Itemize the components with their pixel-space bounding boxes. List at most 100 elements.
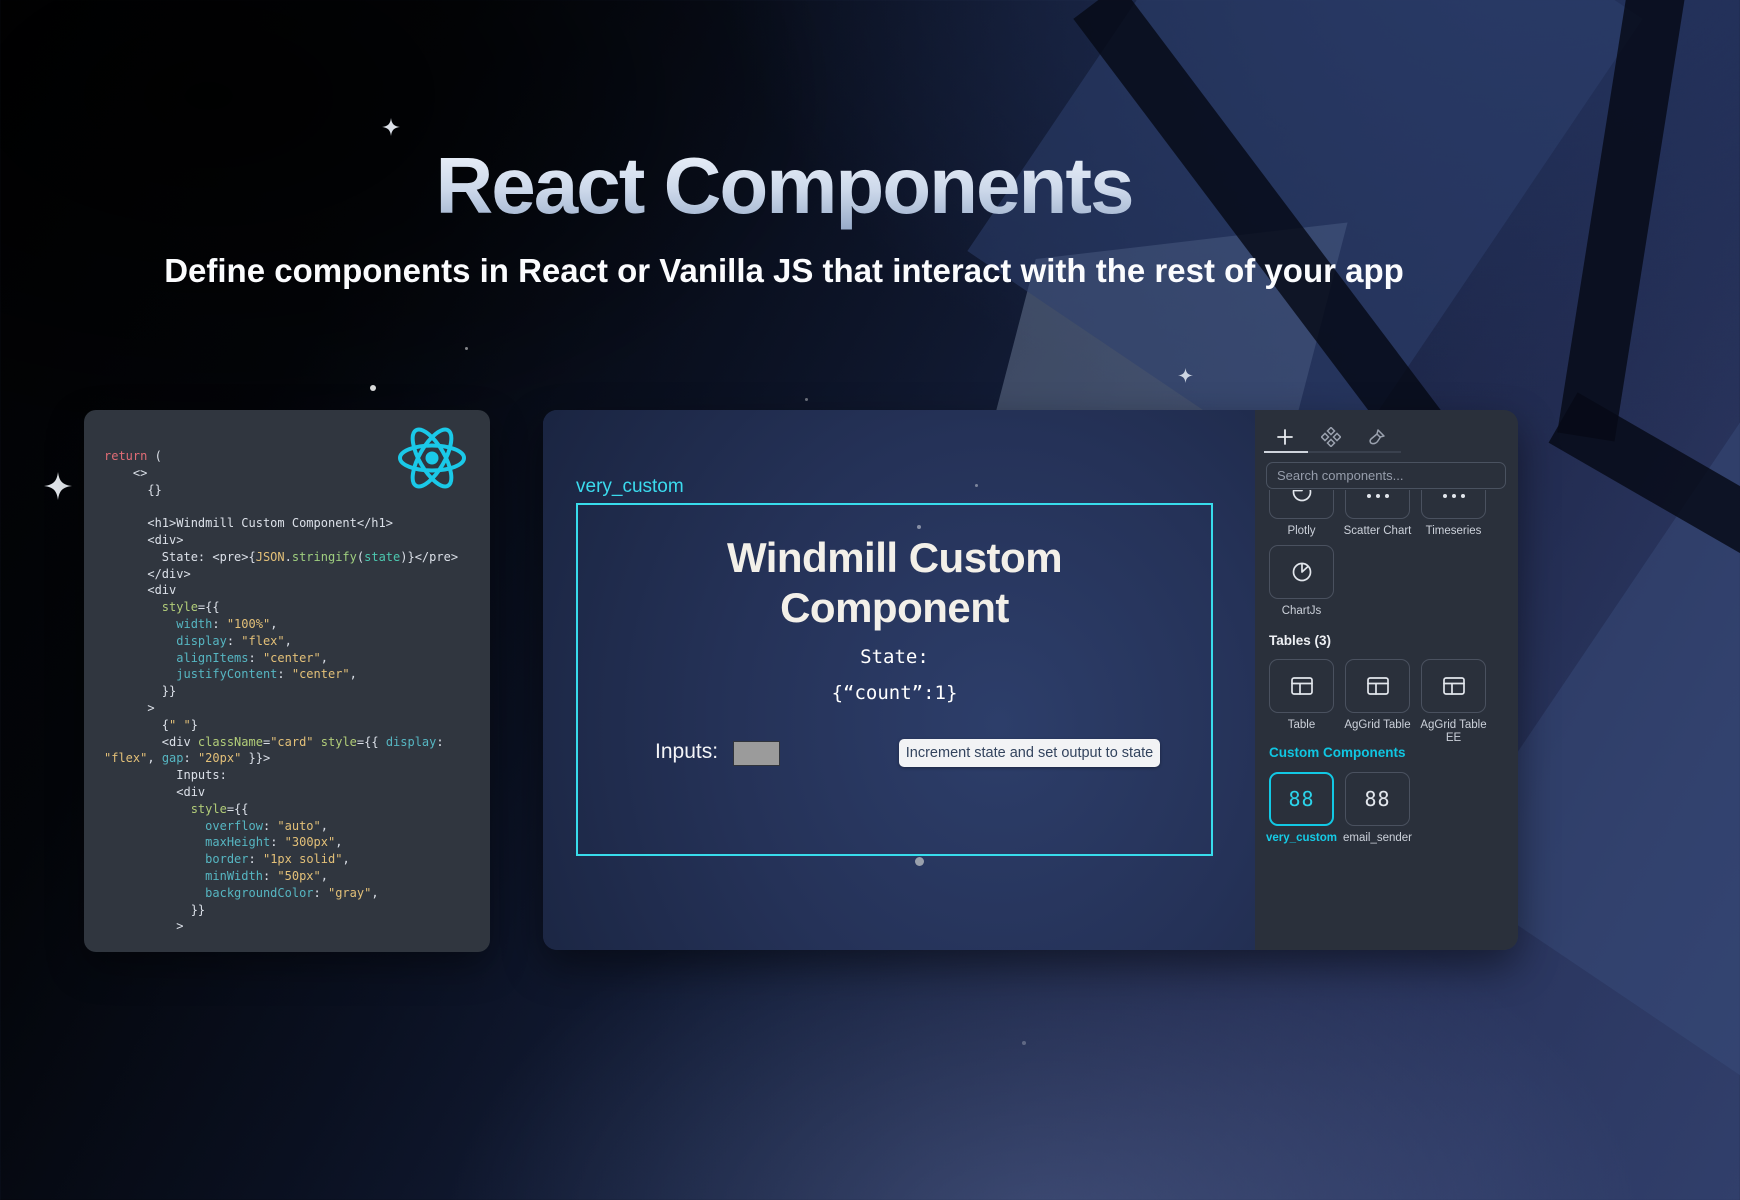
app-editor-window: very_custom Windmill Custom Component St… bbox=[543, 410, 1518, 950]
component-card-box bbox=[1269, 545, 1334, 599]
code-line: alignItems: "center", bbox=[104, 650, 490, 667]
code-line: backgroundColor: "gray", bbox=[104, 885, 490, 902]
bg-dark-band-branch bbox=[1549, 392, 1740, 577]
component-row: 88very_custom88email_sender bbox=[1269, 772, 1410, 845]
code-line: minWidth: "50px", bbox=[104, 868, 490, 885]
component-card-plotly[interactable]: Plotly bbox=[1269, 490, 1334, 538]
table-icon bbox=[1441, 674, 1467, 698]
component-card-label: AgGrid Table EE bbox=[1415, 719, 1493, 745]
sparkle-star-icon bbox=[1178, 368, 1193, 383]
bg-speck bbox=[805, 398, 808, 401]
component-card-label: Timeseries bbox=[1415, 525, 1493, 538]
components-tab components-icon[interactable] bbox=[1321, 427, 1341, 447]
code-content: return ( <> {} <h1>Windmill Custom Compo… bbox=[104, 448, 490, 935]
pie-chart-icon bbox=[1290, 560, 1314, 584]
sparkle-star-icon bbox=[382, 118, 400, 136]
component-card-timeseries[interactable]: Timeseries bbox=[1421, 490, 1486, 538]
code-line: Inputs: bbox=[104, 767, 490, 784]
code-line: <div> bbox=[104, 532, 490, 549]
style-tab brush-icon[interactable] bbox=[1367, 427, 1387, 447]
bg-speck bbox=[370, 385, 376, 391]
code-line: {" "} bbox=[104, 717, 490, 734]
table-icon bbox=[1289, 674, 1315, 698]
component-library-sidebar: PlotlyScatter ChartTimeseries ChartJs Ta… bbox=[1255, 410, 1518, 950]
component-card-scatter-chart[interactable]: Scatter Chart bbox=[1345, 490, 1410, 538]
component-card-box bbox=[1345, 659, 1410, 713]
add-component-tab plus-icon[interactable] bbox=[1275, 427, 1295, 447]
code-line: display: "flex", bbox=[104, 633, 490, 650]
code-line: State: <pre>{JSON.stringify(state)}</pre… bbox=[104, 549, 490, 566]
bg-speck bbox=[975, 484, 978, 487]
component-card-box bbox=[1269, 490, 1334, 519]
component-card-very-custom[interactable]: 88very_custom bbox=[1269, 772, 1334, 845]
bg-speck bbox=[917, 525, 921, 529]
scatter-dots-icon bbox=[1365, 490, 1391, 500]
code-line: }} bbox=[104, 683, 490, 700]
code-line: overflow: "auto", bbox=[104, 818, 490, 835]
code-line: justifyContent: "center", bbox=[104, 666, 490, 683]
resize-handle-dot[interactable] bbox=[915, 857, 924, 866]
component-card-label: Plotly bbox=[1263, 525, 1341, 538]
component-card-email-sender[interactable]: 88email_sender bbox=[1345, 772, 1410, 845]
code-line bbox=[104, 498, 490, 515]
code-line: </div> bbox=[104, 566, 490, 583]
custom-component-icon: 88 bbox=[1364, 787, 1390, 811]
component-list-scroll[interactable]: PlotlyScatter ChartTimeseries ChartJs Ta… bbox=[1255, 490, 1518, 950]
search-input[interactable] bbox=[1266, 462, 1506, 489]
component-card-box bbox=[1421, 659, 1486, 713]
component-row: ChartJs bbox=[1269, 545, 1334, 618]
code-line: width: "100%", bbox=[104, 616, 490, 633]
code-line: style={{ bbox=[104, 599, 490, 616]
component-card-label: very_custom bbox=[1263, 832, 1341, 845]
component-card-label: ChartJs bbox=[1263, 605, 1341, 618]
code-line: <div bbox=[104, 582, 490, 599]
inputs-label: Inputs: bbox=[655, 740, 718, 764]
increment-state-button[interactable]: Increment state and set output to state bbox=[899, 739, 1160, 767]
component-card-label: Scatter Chart bbox=[1339, 525, 1417, 538]
component-card-box: 88 bbox=[1345, 772, 1410, 826]
component-card-table[interactable]: Table bbox=[1269, 659, 1334, 745]
component-row: TableAgGrid TableAgGrid Table EE bbox=[1269, 659, 1486, 745]
component-title: Windmill Custom Component bbox=[655, 533, 1135, 633]
code-line: style={{ bbox=[104, 801, 490, 818]
code-line: > bbox=[104, 700, 490, 717]
bg-dark-band-vertical bbox=[1557, 0, 1693, 441]
page-title: React Components bbox=[0, 140, 1568, 232]
component-card-chartjs[interactable]: ChartJs bbox=[1269, 545, 1334, 618]
code-line: > bbox=[104, 918, 490, 935]
component-card-box bbox=[1269, 659, 1334, 713]
scatter-dots-icon bbox=[1441, 490, 1467, 500]
component-row: PlotlyScatter ChartTimeseries bbox=[1269, 490, 1486, 538]
bg-speck bbox=[465, 347, 468, 350]
component-card-box bbox=[1345, 490, 1410, 519]
component-card-aggrid-table-ee[interactable]: AgGrid Table EE bbox=[1421, 659, 1486, 745]
component-card-aggrid-table[interactable]: AgGrid Table bbox=[1345, 659, 1410, 745]
custom-component-icon: 88 bbox=[1288, 787, 1314, 811]
section-header-custom-components: Custom Components bbox=[1269, 745, 1406, 760]
code-line: <h1>Windmill Custom Component</h1> bbox=[104, 515, 490, 532]
component-state-label: State: bbox=[578, 646, 1211, 669]
component-id-label: very_custom bbox=[576, 476, 684, 498]
code-line: "flex", gap: "20px" }}> bbox=[104, 750, 490, 767]
donut-chart-icon bbox=[1290, 490, 1314, 504]
component-card-label: AgGrid Table bbox=[1339, 719, 1417, 732]
code-line: <div bbox=[104, 784, 490, 801]
sparkle-star-icon bbox=[44, 472, 72, 500]
bg-speck bbox=[1022, 1041, 1026, 1045]
code-line: <div className="card" style={{ display: bbox=[104, 734, 490, 751]
selected-component-frame[interactable]: Windmill Custom Component State: {“count… bbox=[576, 503, 1213, 856]
component-card-box: 88 bbox=[1269, 772, 1334, 826]
bg-dark-band-diagonal bbox=[1073, 0, 1456, 466]
code-editor-panel: return ( <> {} <h1>Windmill Custom Compo… bbox=[84, 410, 490, 952]
component-state-value: {“count”:1} bbox=[578, 682, 1211, 705]
page-subtitle: Define components in React or Vanilla JS… bbox=[0, 252, 1568, 290]
table-icon bbox=[1365, 674, 1391, 698]
active-tab-indicator bbox=[1264, 451, 1308, 453]
code-line: maxHeight: "300px", bbox=[104, 834, 490, 851]
code-line: border: "1px solid", bbox=[104, 851, 490, 868]
component-card-label: email_sender bbox=[1339, 832, 1417, 845]
component-inputs-row: Inputs: Increment state and set output t… bbox=[578, 738, 1211, 768]
component-input-box[interactable] bbox=[733, 741, 780, 766]
component-card-box bbox=[1421, 490, 1486, 519]
section-header-tables: Tables (3) bbox=[1269, 633, 1331, 648]
